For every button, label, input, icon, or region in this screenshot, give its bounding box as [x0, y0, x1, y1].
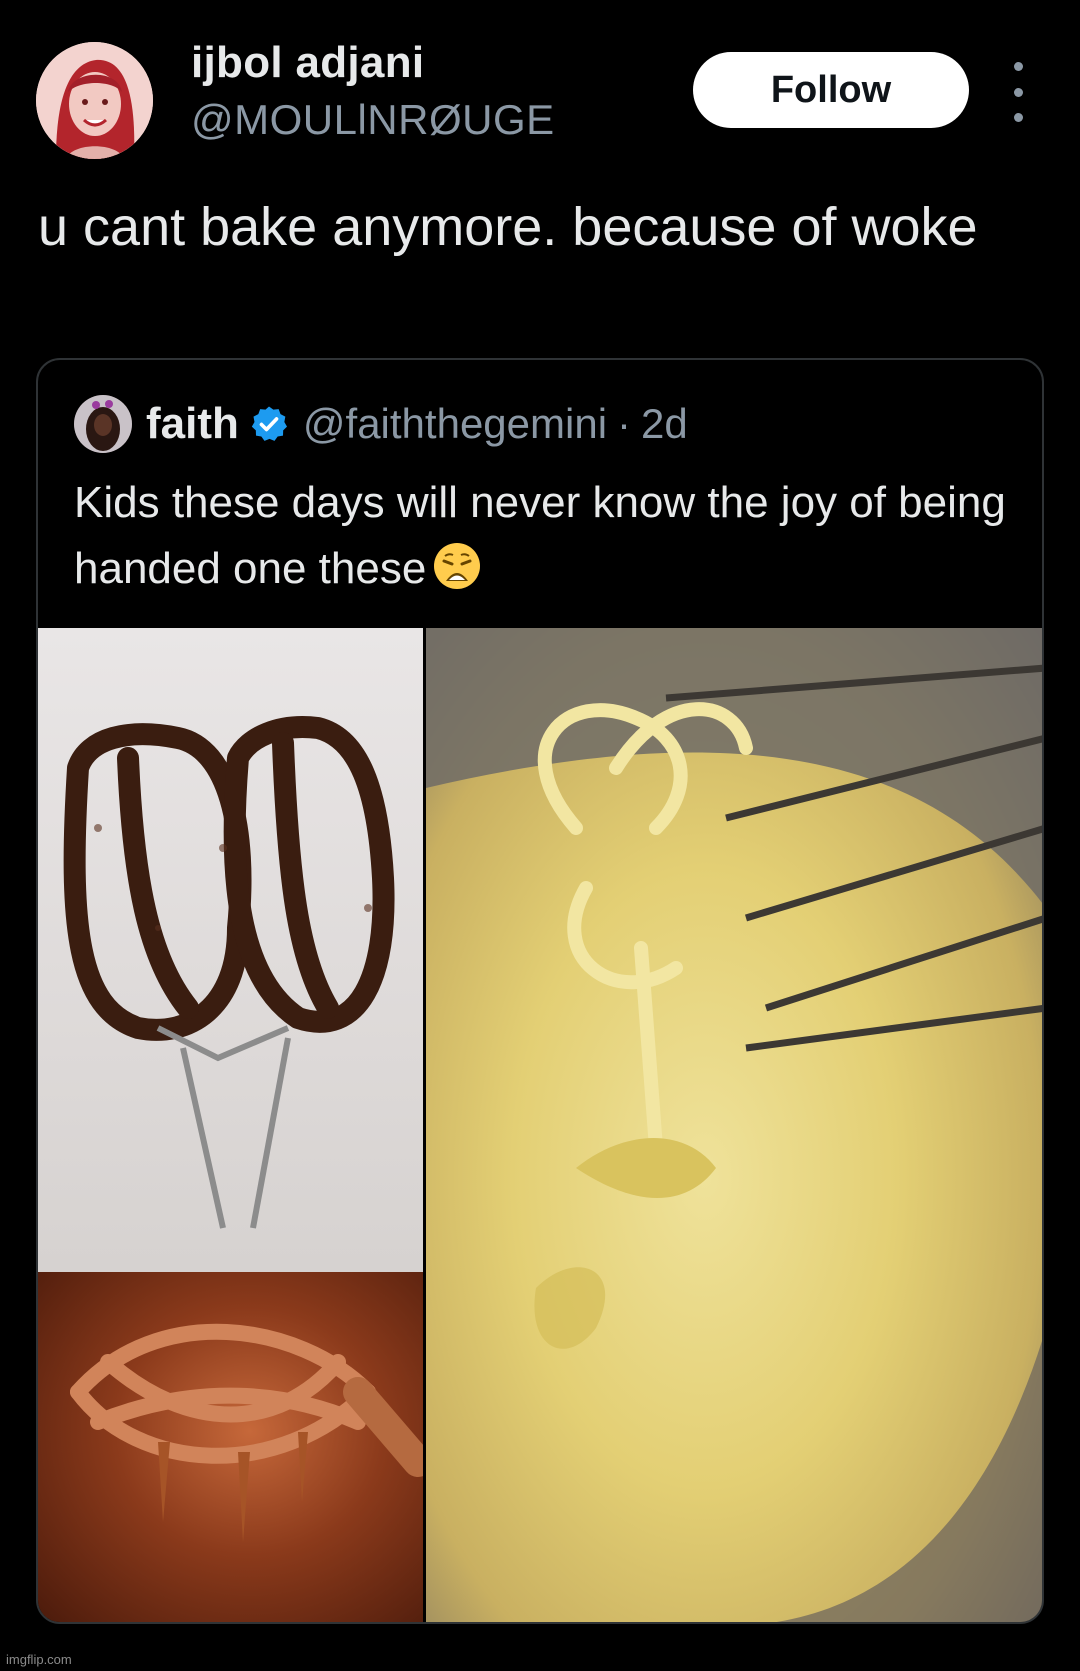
quoted-display-name[interactable]: faith	[146, 399, 239, 449]
quoted-tweet-text: Kids these days will never know the joy …	[74, 470, 1024, 602]
quoted-user-avatar[interactable]	[74, 395, 132, 453]
display-name[interactable]: ijbol adjani	[191, 38, 555, 88]
quoted-user-handle[interactable]: @faiththegemini	[303, 400, 607, 448]
verified-badge-icon	[251, 406, 287, 441]
user-avatar[interactable]	[36, 42, 153, 159]
quoted-tweet-card[interactable]: faith @faiththegemini · 2d Kids these da…	[36, 358, 1044, 1624]
user-handle[interactable]: @MOULlNRØUGE	[191, 96, 555, 144]
more-options-icon[interactable]	[1006, 62, 1030, 122]
tweet-text: u cant bake anymore. because of woke	[38, 197, 978, 257]
quoted-timestamp[interactable]: 2d	[641, 400, 688, 448]
caramel-whisk-image[interactable]	[38, 1272, 423, 1622]
weary-face-icon	[434, 543, 481, 589]
user-names: ijbol adjani @MOULlNRØUGE	[191, 38, 555, 144]
quoted-tweet-header: faith @faiththegemini · 2d	[74, 395, 688, 453]
batter-whisk-image[interactable]	[426, 628, 1042, 1622]
follow-button[interactable]: Follow	[693, 52, 969, 128]
quoted-text-body: Kids these days will never know the joy …	[74, 478, 1006, 593]
media-grid	[38, 628, 1042, 1622]
mixer-beaters-image[interactable]	[38, 628, 423, 1272]
separator-dot: ·	[617, 400, 632, 447]
tweet-header: ijbol adjani @MOULlNRØUGE Follow	[36, 38, 1046, 159]
imgflip-watermark: imgflip.com	[6, 1652, 72, 1667]
